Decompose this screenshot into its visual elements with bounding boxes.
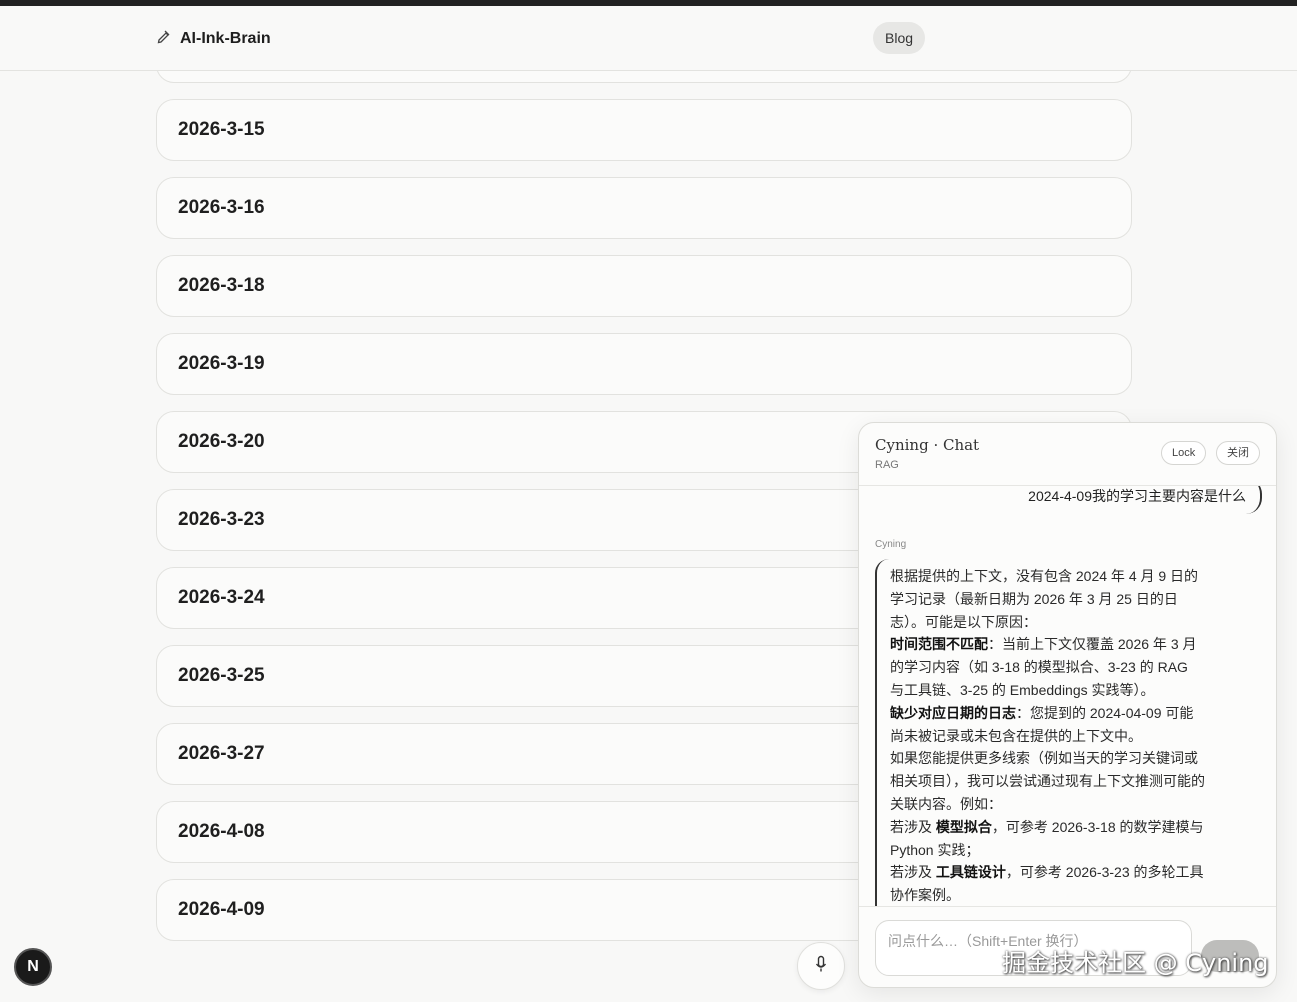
bot-message: 根据提供的上下文，没有包含 2024 年 4 月 9 日的学习记录（最新日期为 … [875,559,1205,906]
date-card-label: 2026-3-16 [178,197,265,218]
reason-2-title: 缺少对应日期的日志 [890,704,1016,721]
date-card-label: 2026-4-09 [178,899,265,920]
bot-name: Cyning [875,539,907,550]
date-card-label: 2026-3-19 [178,353,265,374]
resize-handle-icon[interactable]: ◢ [1269,976,1276,987]
bot-example-2: 若涉及 工具链设计，可参考 2026-3-23 的多轮工具协作案例。 [890,861,1205,906]
chat-messages[interactable]: 2024-4-09我的学习主要内容是什么 Cyning 根据提供的上下文，没有包… [859,486,1276,906]
date-card[interactable]: 2026-3-18 [156,255,1132,317]
example-1-keyword: 模型拟合 [935,818,992,835]
mic-icon [815,955,827,978]
chat-mode-label: RAG [875,459,899,471]
lock-button[interactable]: Lock [1161,441,1207,465]
chat-title: Cyning · Chat [875,436,980,454]
chat-panel: Cyning · Chat RAG Lock 关闭 2024-4-09我的学习主… [858,422,1277,988]
framework-badge[interactable]: N [14,948,52,986]
date-card[interactable]: 2026-3-19 [156,333,1132,395]
close-button[interactable]: 关闭 [1216,441,1260,465]
bot-reason-2: 缺少对应日期的日志：您提到的 2024-04-09 可能尚未被记录或未包含在提供… [890,702,1205,748]
chat-header: Cyning · Chat RAG Lock 关闭 [859,423,1276,486]
example-1-prefix: 若涉及 [890,818,936,835]
bot-example-1: 若涉及 模型拟合，可参考 2026-3-18 的数学建模与 Python 实践； [890,816,1205,862]
watermark: 掘金技术社区 @ Cyning [1002,949,1269,977]
date-card[interactable]: 2026-3-16 [156,177,1132,239]
date-card-label: 2026-3-27 [178,743,265,764]
date-card-label: 2026-3-15 [178,119,265,140]
date-card-label: 2026-3-24 [178,587,265,608]
mic-button[interactable] [797,942,845,990]
reason-1-title: 时间范围不匹配 [890,636,988,653]
example-2-keyword: 工具链设计 [935,864,1006,881]
date-card-label: 2026-3-18 [178,275,265,296]
bot-intro: 根据提供的上下文，没有包含 2024 年 4 月 9 日的学习记录（最新日期为 … [890,568,1199,630]
date-card[interactable]: 2026-3-15 [156,99,1132,161]
example-2-prefix: 若涉及 [890,864,936,881]
nav-blog-button[interactable]: Blog [873,22,926,54]
pen-icon [156,28,172,49]
date-card-label: 2026-3-25 [178,665,265,686]
bot-suggestion: 如果您能提供更多线索（例如当天的学习关键词或相关项目），我可以尝试通过现有上下文… [890,750,1205,812]
date-card-label: 2026-3-23 [178,509,265,530]
date-card-label: 2026-4-08 [178,821,265,842]
date-card-label: 2026-3-20 [178,431,265,452]
user-message: 2024-4-09我的学习主要内容是什么 [1018,486,1262,514]
bot-reason-1: 时间范围不匹配：当前上下文仅覆盖 2026 年 3 月的学习内容（如 3-18 … [890,633,1205,701]
brand[interactable]: AI-Ink-Brain [156,28,271,49]
brand-name: AI-Ink-Brain [180,29,271,47]
site-header: AI-Ink-Brain Blog [0,6,1297,71]
